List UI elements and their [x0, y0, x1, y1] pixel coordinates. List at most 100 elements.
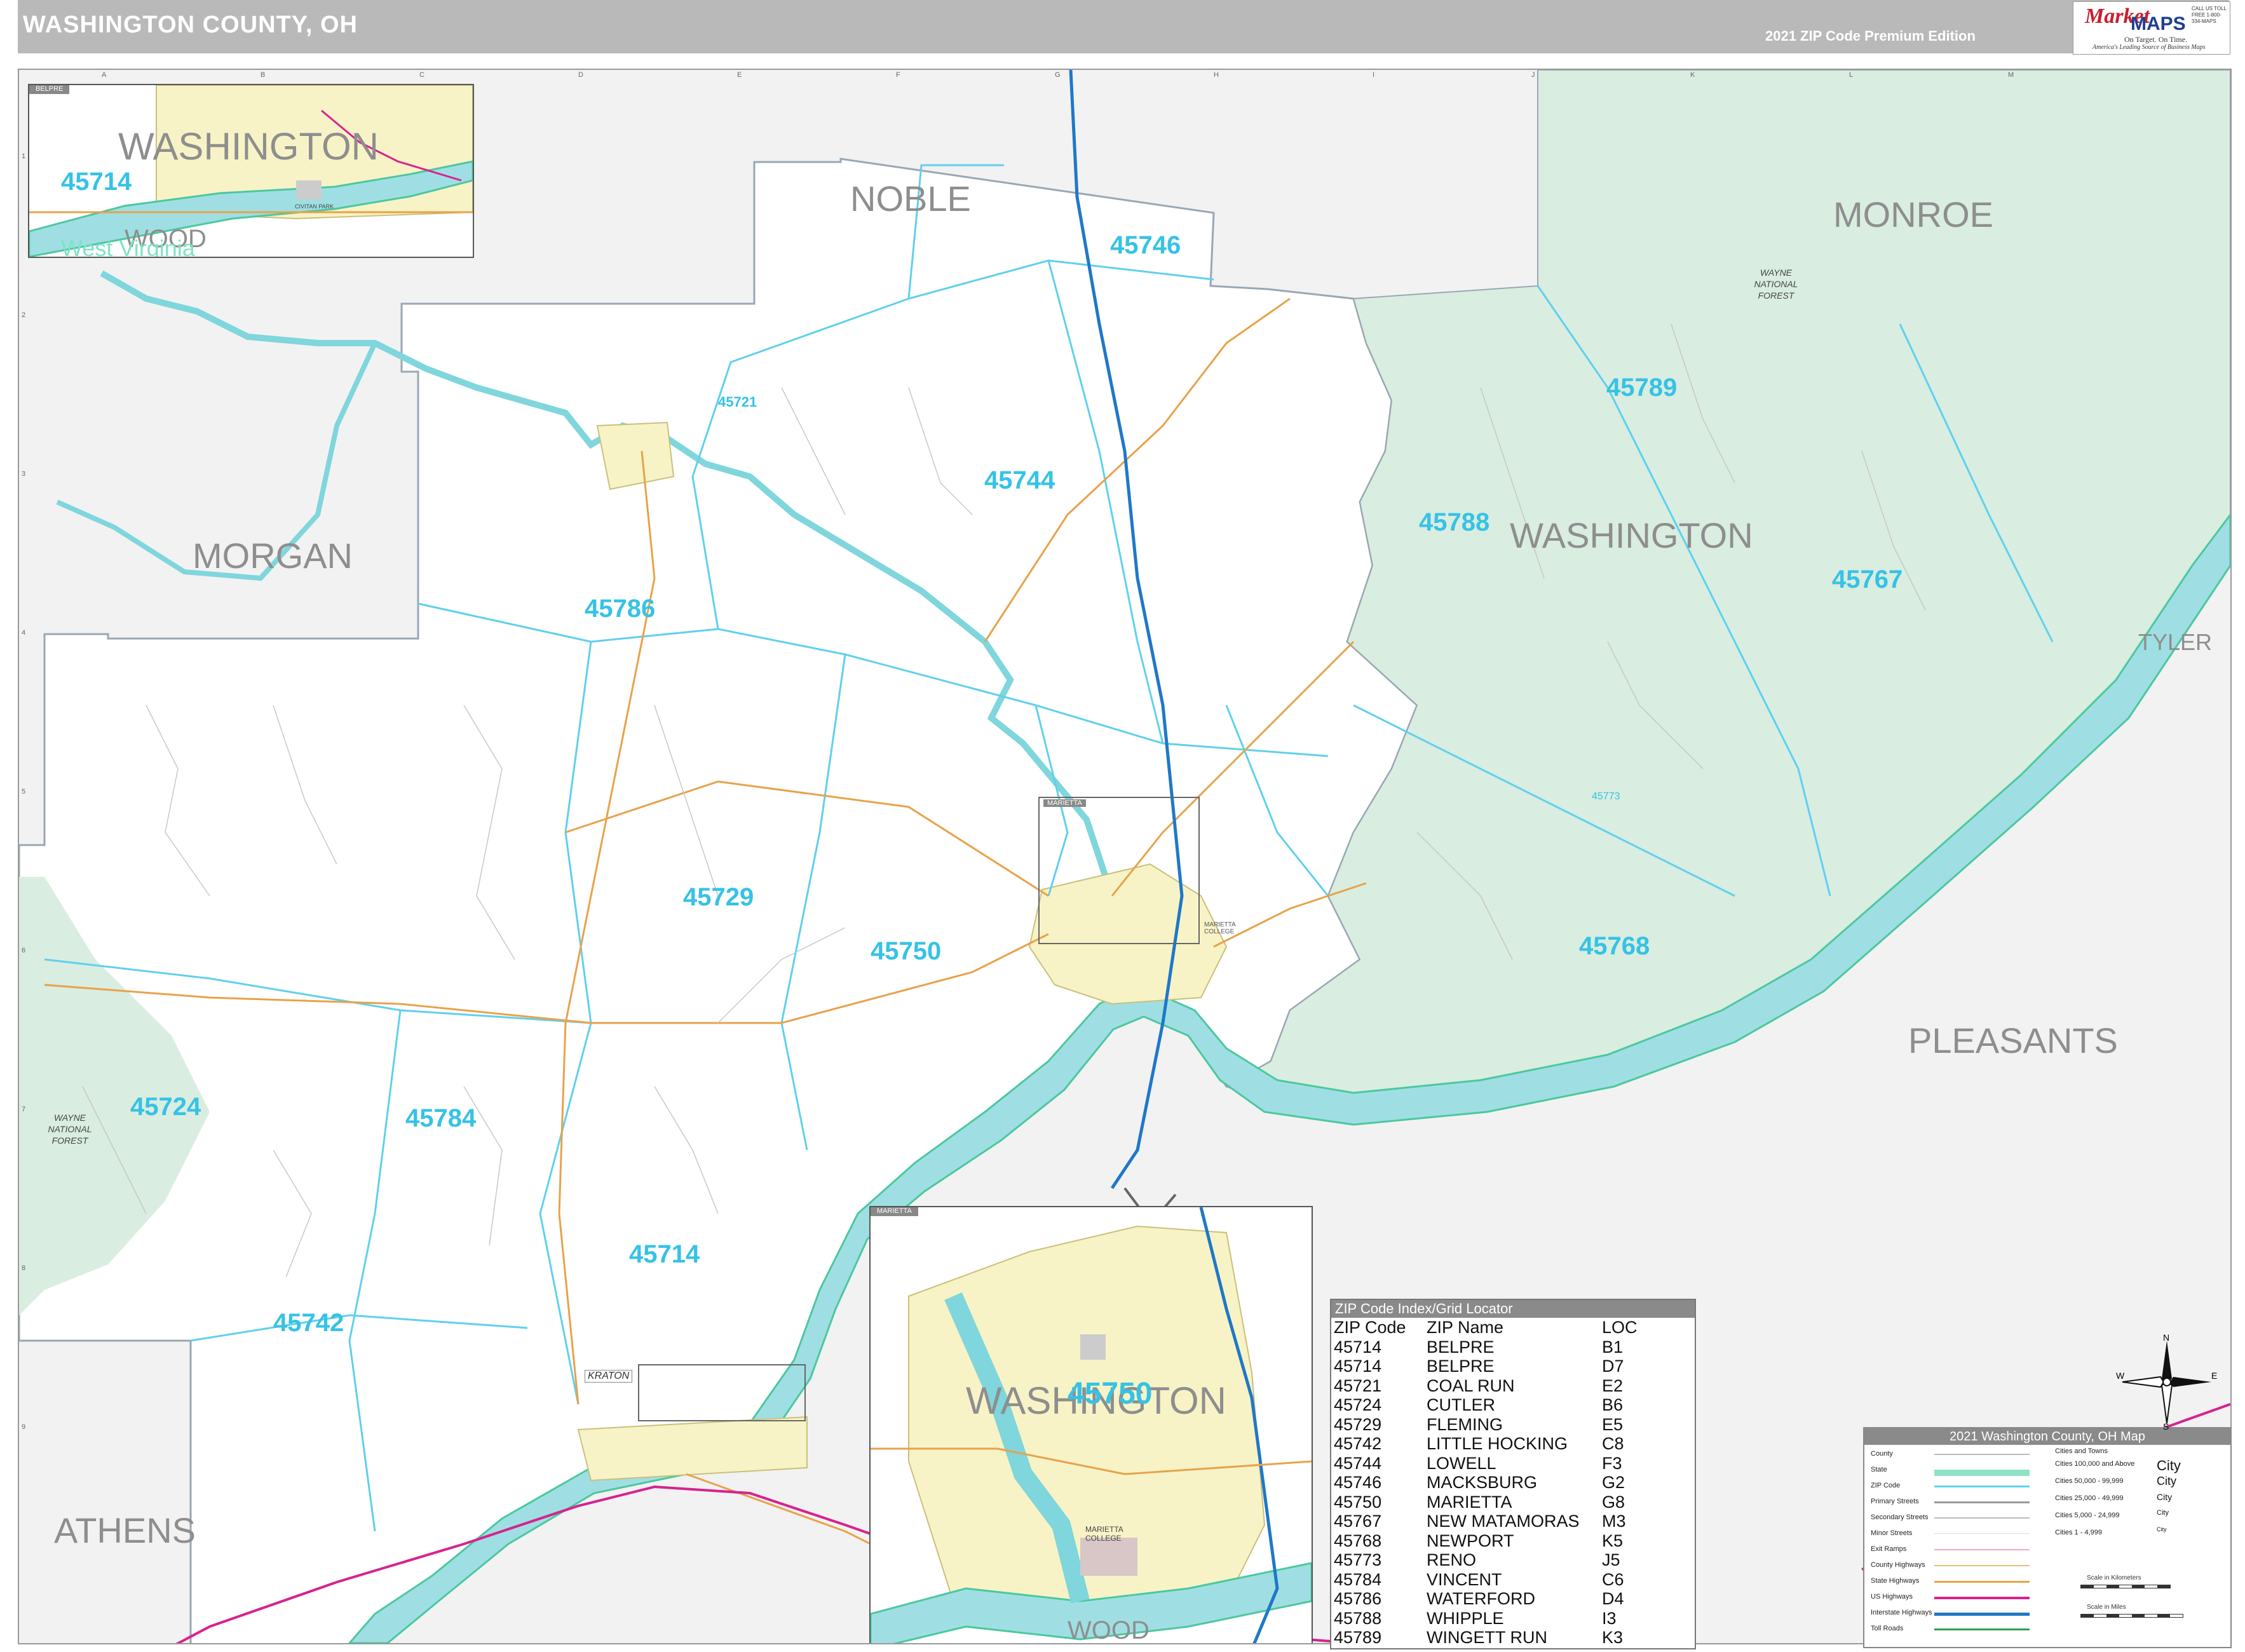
zip-index-name: MACKSBURG — [1427, 1473, 1538, 1492]
marietta-inset-college: MARIETTA COLLEGE — [1085, 1525, 1123, 1543]
grid-row-marker: 5 — [22, 788, 26, 796]
grid-row-marker: 9 — [22, 1423, 26, 1431]
zip-label-45746: 45746 — [1110, 231, 1181, 259]
legend-title: 2021 Washington County, OH Map — [1864, 1428, 2230, 1445]
zip-index-row: 45746 MACKSBURG G2 — [1334, 1473, 1638, 1493]
county-label-monroe: MONROE — [1833, 194, 1993, 234]
forest-label-west: WAYNE NATIONAL FOREST — [48, 1113, 92, 1146]
grid-col-marker: J — [1531, 71, 1535, 79]
legend-city-sample: City — [2157, 1509, 2169, 1517]
place-label-marietta-college: MARIETTA COLLEGE — [1204, 921, 1236, 935]
zip-index-loc: K3 — [1602, 1628, 1624, 1647]
legend-scale-km: Scale in Kilometers — [2087, 1574, 2141, 1581]
belpre-inset-zip: 45714 — [61, 168, 132, 196]
grid-col-marker: B — [261, 71, 266, 79]
zip-index-loc: E5 — [1602, 1414, 1624, 1434]
zip-index-name: LITTLE HOCKING — [1427, 1434, 1568, 1453]
grid-col-marker: G — [1055, 71, 1061, 79]
legend-item-swatch — [1934, 1565, 2030, 1566]
legend-city-range: Cities 25,000 - 49,999 — [2055, 1494, 2124, 1502]
logo-maps: MAPS — [2131, 13, 2186, 34]
zip-index-row: 45729 FLEMING E5 — [1334, 1415, 1638, 1435]
zip-index-name: VINCENT — [1427, 1569, 1502, 1589]
logo-contact: CALL US TOLL FREE 1-800-334-MAPS — [2192, 6, 2227, 24]
zip-index-row: 45789 WINGETT RUN K3 — [1334, 1628, 1638, 1648]
zip-index-row: 45750 MARIETTA G8 — [1334, 1493, 1638, 1512]
zip-index-row: 45721 COAL RUN E2 — [1334, 1376, 1638, 1396]
zip-index-row: 45714 BELPRE B1 — [1334, 1337, 1638, 1357]
forest-label-east: WAYNE NATIONAL FOREST — [1754, 267, 1798, 301]
grid-col-marker: E — [737, 71, 742, 79]
zip-label-45786: 45786 — [585, 595, 656, 623]
legend-item-label: Interstate Highways — [1871, 1609, 1932, 1616]
zip-index-name: CUTLER — [1427, 1395, 1496, 1414]
zip-index-title: ZIP Code Index/Grid Locator — [1331, 1300, 1695, 1318]
marietta-inset-wood: WOOD — [1068, 1616, 1150, 1644]
logo-subtitle: America's Leading Source of Business Map… — [2092, 44, 2206, 51]
legend-item-label: County — [1871, 1450, 1893, 1458]
zip-index-loc: B1 — [1602, 1337, 1624, 1357]
legend-item-swatch — [1934, 1517, 2030, 1519]
zip-index-table: ZIP Code ZIP Name LOC 45714 BELPRE B1 45714… — [1334, 1318, 1638, 1648]
map-title: WASHINGTON COUNTY, OH — [23, 11, 358, 38]
legend-city-range: Cities 50,000 - 99,999 — [2055, 1477, 2124, 1485]
legend-item-swatch — [1934, 1597, 2030, 1599]
compass-rose-icon: N S E W — [2116, 1334, 2217, 1430]
zip-index-name: MARIETTA — [1427, 1492, 1512, 1512]
belpre-inset-county: WASHINGTON — [118, 125, 379, 168]
zip-index-loc: C8 — [1602, 1434, 1624, 1453]
marietta-inset-zip: 45750 — [1068, 1377, 1153, 1411]
zip-index-zip: 45767 — [1334, 1512, 1382, 1531]
compass-s: S — [2163, 1421, 2169, 1430]
place-label-kraton: KRATON — [585, 1370, 633, 1383]
legend-city-range: Cities 5,000 - 24,999 — [2055, 1512, 2120, 1519]
legend-item-label: Secondary Streets — [1871, 1513, 1929, 1521]
legend-item-label: County Highways — [1871, 1561, 1925, 1569]
grid-col-marker: H — [1214, 71, 1219, 79]
zip-index-loc: M3 — [1602, 1512, 1626, 1531]
zip-index-row: 45744 LOWELL F3 — [1334, 1454, 1638, 1473]
zip-index-loc: I3 — [1602, 1608, 1617, 1628]
zip-index-zip: 45742 — [1334, 1434, 1382, 1453]
zip-index-loc: K5 — [1602, 1531, 1624, 1550]
marietta-inset-tab: MARIETTA — [871, 1207, 918, 1216]
zip-index-name: WINGETT RUN — [1427, 1628, 1547, 1647]
zip-index-name: BELPRE — [1427, 1337, 1495, 1357]
zip-index-loc: F3 — [1602, 1453, 1622, 1473]
legend-scale-km-bar — [2080, 1585, 2171, 1588]
belpre-inset[interactable]: BELPRE WASHINGTON 45714 WOOD West Virgin… — [28, 84, 474, 258]
logo-tagline: On Target. On Time. — [2124, 35, 2188, 44]
zip-label-45729: 45729 — [683, 883, 754, 911]
zip-index-loc: E2 — [1602, 1376, 1624, 1395]
zip-index-zip: 45788 — [1334, 1608, 1382, 1628]
zip-index-zip: 45746 — [1334, 1473, 1382, 1492]
legend-city-sample: City — [2157, 1526, 2167, 1533]
grid-col-marker: M — [2008, 71, 2014, 79]
beverly-city-area — [596, 421, 675, 491]
zip-index-name: RENO — [1427, 1550, 1477, 1569]
marietta-inset[interactable]: MARIETTA WASHINGTON 45750 WOOD MARIETTA … — [869, 1206, 1313, 1644]
zip-index-row: 45773 RENO J5 — [1334, 1550, 1638, 1570]
belpre-inset-park: CIVITAN PARK — [295, 203, 334, 210]
zip-index-loc: G8 — [1602, 1492, 1625, 1512]
zip-label-45724: 45724 — [130, 1093, 201, 1121]
grid-col-marker: K — [1690, 71, 1695, 79]
grid-col-marker: L — [1849, 71, 1854, 79]
legend-item-swatch — [1934, 1533, 2030, 1534]
zip-label-45788: 45788 — [1419, 508, 1490, 536]
zip-label-45721: 45721 — [718, 394, 757, 410]
legend-item-swatch — [1934, 1549, 2030, 1550]
zip-index-zip: 45729 — [1334, 1414, 1382, 1434]
legend-item-swatch — [1934, 1501, 2030, 1503]
legend-item-label: US Highways — [1871, 1593, 1913, 1601]
zip-index-row: 45714 BELPRE D7 — [1334, 1357, 1638, 1376]
edition-label: 2021 ZIP Code Premium Edition — [1765, 28, 1976, 44]
legend-scale-mi: Scale in Miles — [2087, 1604, 2126, 1611]
map-frame[interactable]: A B C D E F G H I J K L M 1 2 3 4 5 6 7 8 9 NOBLE MONROE MOR… — [18, 69, 2232, 1644]
zip-index-loc: D7 — [1602, 1357, 1624, 1376]
zip-index-zip: 45789 — [1334, 1628, 1382, 1647]
county-label-tyler: TYLER — [2138, 629, 2213, 655]
grid-row-marker: 8 — [22, 1264, 26, 1272]
zip-index-loc: D4 — [1602, 1589, 1624, 1608]
zip-index-name: LOWELL — [1427, 1453, 1496, 1473]
